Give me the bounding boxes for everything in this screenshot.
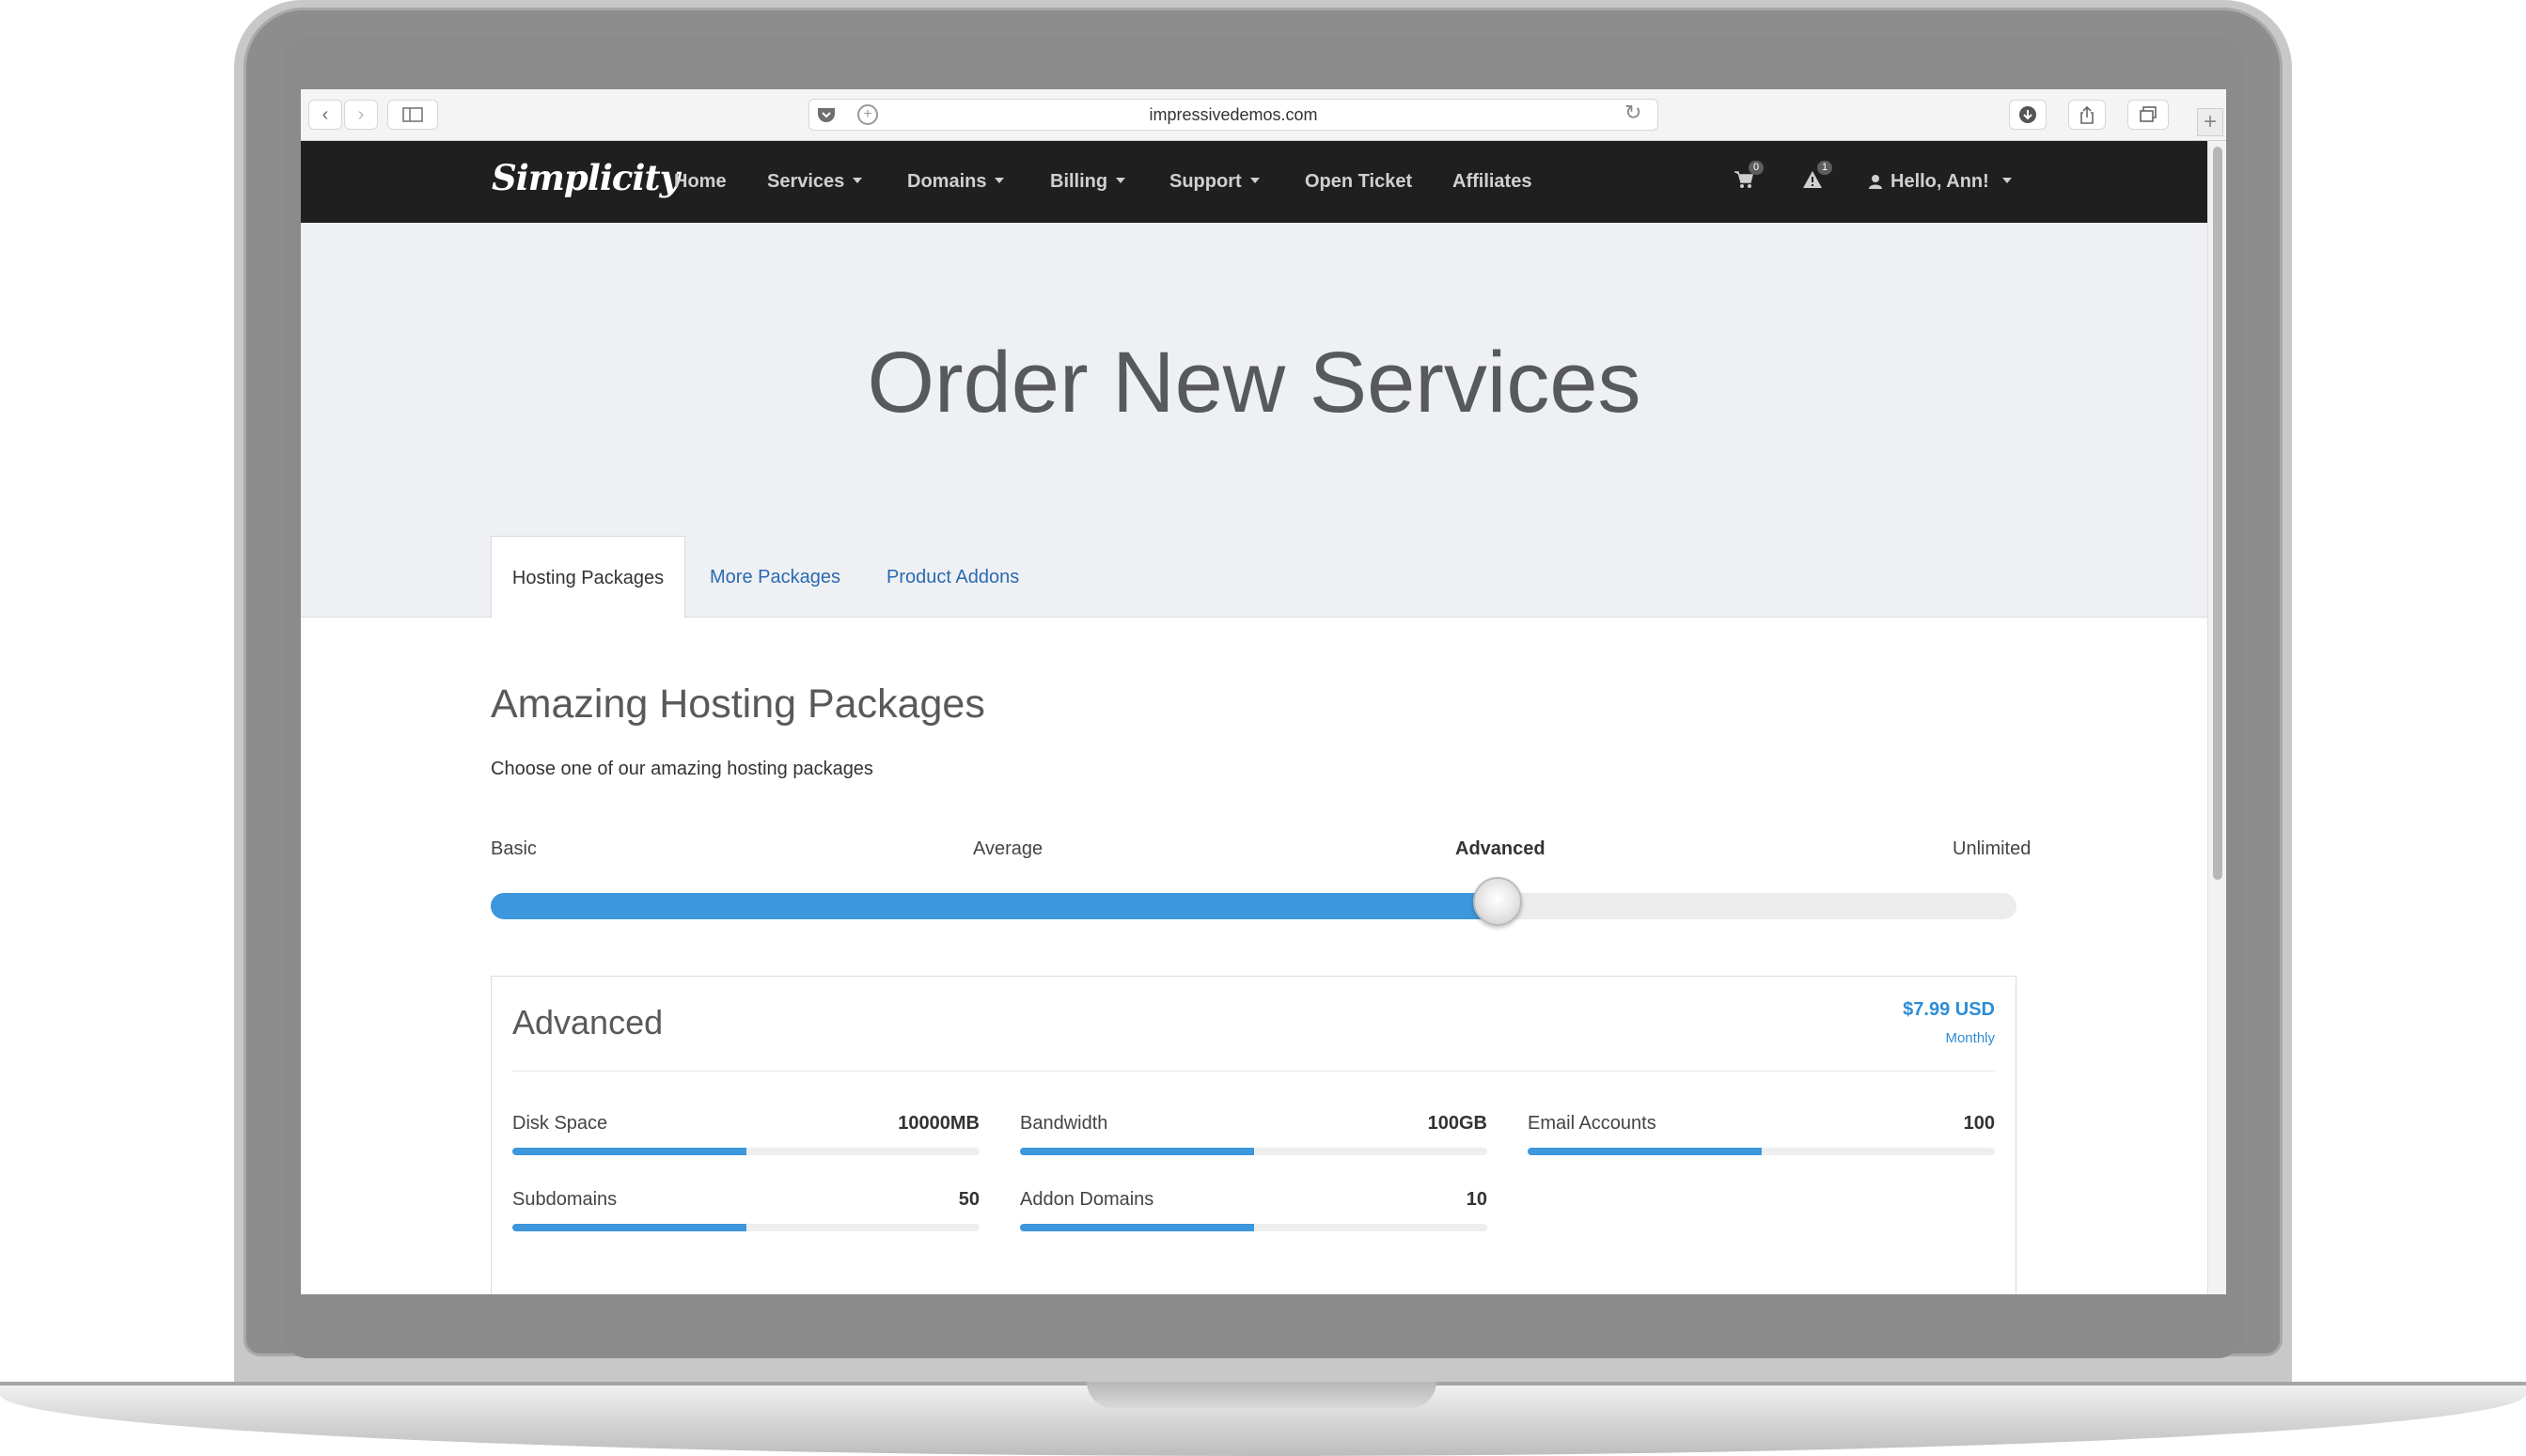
alert-count-badge: 1 <box>1817 161 1833 175</box>
caret-down-icon <box>2001 177 2012 183</box>
nav-affiliates[interactable]: Affiliates <box>1452 171 1531 193</box>
package-slider-handle[interactable] <box>1473 877 1523 926</box>
feature-bar <box>1528 1148 1995 1155</box>
site-navbar: Simplicity Home Services Domains Billing… <box>301 141 2207 223</box>
browser-toolbar: ‹ › impressivedemos.com + ↻ + <box>301 89 2226 141</box>
chevron-right-icon: › <box>357 103 365 125</box>
feature-bar-fill <box>1020 1224 1254 1231</box>
nav-services[interactable]: Services <box>767 171 863 193</box>
feature-bar-fill <box>512 1148 746 1155</box>
feature-value: 10000MB <box>898 1113 980 1134</box>
caret-down-icon <box>1116 177 1126 183</box>
package-card: Advanced $7.99 USD Monthly Disk Space 10… <box>491 976 2016 1294</box>
feature-value: 10 <box>1466 1189 1487 1210</box>
feature-bar <box>1020 1148 1487 1155</box>
package-slider-track[interactable] <box>491 893 2016 919</box>
tab-label: More Packages <box>710 567 840 587</box>
url-text: impressivedemos.com <box>1149 105 1318 124</box>
sidebar-icon <box>402 107 423 122</box>
nav-services-label: Services <box>767 171 845 192</box>
nav-open-ticket[interactable]: Open Ticket <box>1305 171 1412 193</box>
browser-window: ‹ › impressivedemos.com + ↻ + Simplicity… <box>301 89 2226 1294</box>
nav-support-label: Support <box>1169 171 1242 192</box>
pocket-button[interactable] <box>807 99 846 131</box>
alerts-button[interactable]: 1 <box>1802 161 1833 196</box>
share-button[interactable] <box>2068 100 2106 130</box>
tabs-icon <box>2140 106 2157 122</box>
feature-bar-fill <box>512 1224 746 1231</box>
caret-down-icon <box>1249 177 1260 183</box>
tab-product-addons[interactable]: Product Addons <box>886 536 1046 618</box>
download-button[interactable] <box>2009 100 2047 130</box>
scrollbar-thumb[interactable] <box>2213 147 2222 880</box>
share-icon <box>2080 105 2094 124</box>
caret-down-icon <box>995 177 1005 183</box>
feature-label: Addon Domains <box>1020 1189 1154 1210</box>
feature-label: Subdomains <box>512 1189 618 1210</box>
tab-hosting-packages[interactable]: Hosting Packages <box>491 536 685 618</box>
nav-affiliates-label: Affiliates <box>1452 171 1532 192</box>
nav-home-label: Home <box>674 171 727 192</box>
user-menu[interactable]: Hello, Ann! <box>1868 171 2012 193</box>
nav-billing-label: Billing <box>1050 171 1108 192</box>
nav-domains[interactable]: Domains <box>907 171 1005 193</box>
user-greeting: Hello, Ann! <box>1891 171 1989 192</box>
nav-domains-label: Domains <box>907 171 987 192</box>
feature-bar-fill <box>1020 1148 1254 1155</box>
feature-value: 100GB <box>1427 1113 1487 1134</box>
feature-label: Email Accounts <box>1528 1113 1656 1134</box>
feature-label: Disk Space <box>512 1113 608 1134</box>
slider-stop-advanced[interactable]: Advanced <box>1455 838 1545 860</box>
user-icon <box>1869 175 1882 189</box>
tab-label: Product Addons <box>886 567 1020 587</box>
package-name: Advanced <box>512 1003 664 1041</box>
section-subtitle: Choose one of our amazing hosting packag… <box>491 759 873 779</box>
section-title: Amazing Hosting Packages <box>491 681 985 727</box>
nav-billing[interactable]: Billing <box>1050 171 1126 193</box>
reload-icon[interactable]: ↻ <box>1624 101 1641 125</box>
feature-bar <box>512 1224 980 1231</box>
brand-logo[interactable]: Simplicity <box>492 157 680 198</box>
slider-stop-average[interactable]: Average <box>973 838 1043 860</box>
address-bar[interactable]: impressivedemos.com <box>808 99 1658 131</box>
cart-button[interactable]: 0 <box>1734 161 1765 196</box>
download-icon <box>2019 106 2036 123</box>
feature-bar <box>512 1148 980 1155</box>
forward-button[interactable]: › <box>344 100 378 130</box>
card-divider <box>512 1071 1995 1072</box>
tab-label: Hosting Packages <box>511 568 665 588</box>
back-button[interactable]: ‹ <box>308 100 342 130</box>
feature-bar-fill <box>1528 1148 1762 1155</box>
cart-count-badge: 0 <box>1749 161 1765 175</box>
slider-stop-basic[interactable]: Basic <box>491 838 537 860</box>
pocket-icon <box>818 108 835 122</box>
page-scrollbar[interactable] <box>2207 141 2226 1294</box>
chevron-left-icon: ‹ <box>322 103 329 125</box>
package-slider-fill <box>491 893 1498 919</box>
tab-more-packages[interactable]: More Packages <box>710 536 851 618</box>
tabs-overview-button[interactable] <box>2127 100 2169 130</box>
feature-label: Bandwidth <box>1020 1113 1108 1134</box>
sidebar-toggle-button[interactable] <box>387 100 438 130</box>
caret-down-icon <box>853 177 863 183</box>
feature-bar <box>1020 1224 1487 1231</box>
laptop-notch <box>1087 1382 1436 1408</box>
add-bookmark-icon[interactable]: + <box>857 104 878 125</box>
billing-cycle: Monthly <box>1945 1030 1995 1046</box>
slider-stop-unlimited[interactable]: Unlimited <box>1953 838 2031 860</box>
page-title: Order New Services <box>867 335 1641 431</box>
feature-value: 50 <box>958 1189 980 1210</box>
new-tab-button[interactable]: + <box>2197 108 2223 136</box>
package-price: $7.99 USD <box>1903 999 1995 1020</box>
nav-support[interactable]: Support <box>1169 171 1260 193</box>
nav-home[interactable]: Home <box>674 171 727 193</box>
nav-open-ticket-label: Open Ticket <box>1305 171 1413 192</box>
feature-value: 100 <box>1963 1113 1995 1134</box>
